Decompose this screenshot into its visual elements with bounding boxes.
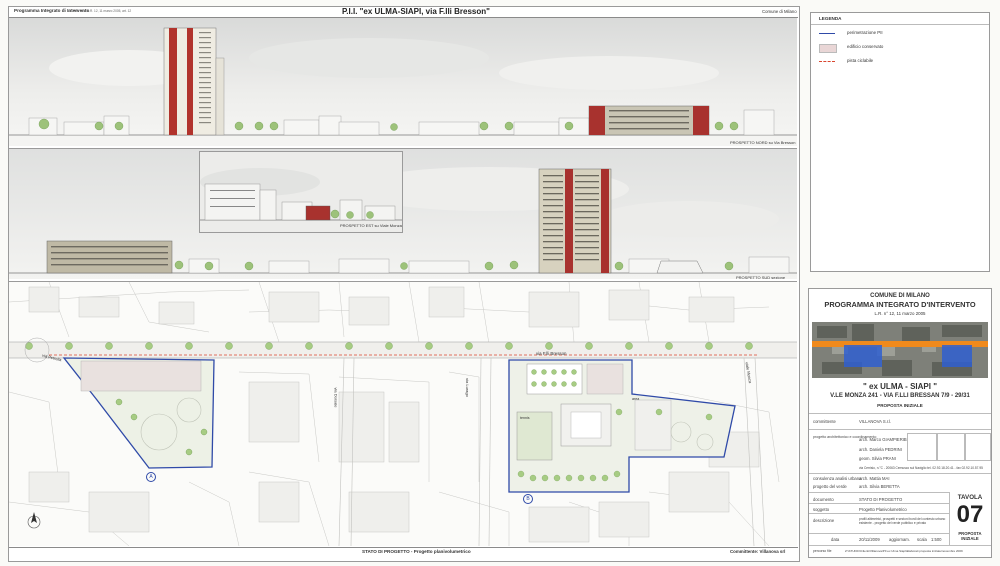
grid-line bbox=[809, 545, 991, 546]
documento-value: STATO DI PROGETTO bbox=[859, 497, 903, 502]
legend-item-label: pista ciclabile bbox=[847, 58, 874, 63]
header-center-title: P.I.I. "ex ULMA-SIAPI, via F.lli Bresson… bbox=[342, 7, 490, 16]
header-right-label: Comune di Milano bbox=[762, 9, 797, 14]
verde-label: progetto del verde bbox=[813, 484, 847, 489]
legend-item-label: edificio conservato bbox=[847, 44, 884, 49]
tavola-label: TAVOLA bbox=[957, 494, 983, 501]
marker-b: B bbox=[523, 494, 533, 504]
tavola-sub: PROPOSTA INIZIALE bbox=[958, 531, 982, 541]
label-area: area bbox=[632, 397, 640, 401]
data-value: 20/11/2009 bbox=[859, 537, 880, 542]
title-lr: L.R. n° 12, 11 marzo 2005 bbox=[874, 311, 926, 316]
legend-swatch-dashed-red bbox=[819, 61, 835, 62]
elevation-east-label: PROSPETTO EST su Viale Monza bbox=[340, 223, 402, 228]
street-label-bresson: via F.lli Bresson bbox=[536, 351, 567, 356]
elevation-south-drawing bbox=[9, 149, 797, 279]
grid-line bbox=[809, 492, 949, 493]
grid-line bbox=[809, 413, 991, 414]
legend-title: LEGENDA bbox=[819, 16, 842, 21]
signature-box bbox=[937, 433, 965, 461]
header-left-subtitle: ai sensi della L.R. 12, 11 marzo 2005, a… bbox=[68, 9, 132, 13]
documento-label: documento bbox=[813, 497, 834, 502]
building-south-left bbox=[46, 240, 173, 274]
committente-label: committente bbox=[813, 419, 836, 424]
descrizione-value: profili altimetrici, prospetti e sezioni… bbox=[859, 517, 946, 525]
aggiornamento-label: aggiornam. bbox=[889, 537, 910, 542]
studio-address: via Cerrisio, n.°C - 20063 Cernusco sul … bbox=[859, 466, 983, 470]
elevation-north-drawing bbox=[9, 18, 797, 146]
elevation-north-label: PROSPETTO NORD su Via Bresson bbox=[730, 140, 796, 145]
street-label-lurago: via Lurago bbox=[464, 378, 470, 397]
street-label-dorsale: via Dorsale bbox=[333, 387, 339, 408]
building-north-right bbox=[588, 105, 710, 136]
site-area-a bbox=[62, 357, 215, 469]
signature-box bbox=[965, 433, 991, 461]
percorso-label: percorso file bbox=[813, 549, 832, 553]
tavola-number: 07 bbox=[956, 501, 984, 528]
data-label: data bbox=[831, 537, 840, 542]
legend-swatch-line-blue bbox=[819, 33, 835, 35]
consulenza-value: arch. Mattia MAI bbox=[859, 476, 890, 481]
legend-panel: LEGENDA perimetrazione PII edificio cons… bbox=[810, 12, 990, 272]
committente-value: VILLANOVA S.r.l. bbox=[859, 419, 892, 424]
legend-rule bbox=[811, 24, 989, 25]
signature-box bbox=[907, 433, 937, 461]
grid-line bbox=[809, 533, 949, 534]
consulenza-label: consulenza analisi urbana bbox=[813, 476, 862, 481]
aerial-photo bbox=[812, 322, 988, 378]
legend-item-label: perimetrazione PII bbox=[847, 30, 883, 35]
elevation-south-panel bbox=[9, 149, 797, 279]
scala-value: 1:500 bbox=[931, 537, 942, 542]
elevation-south-label: PROSPETTO SUD sezione bbox=[736, 275, 786, 280]
tower-south bbox=[538, 168, 612, 274]
title-project: " ex ULMA - SIAPI " bbox=[863, 382, 937, 391]
marker-a: A bbox=[146, 472, 156, 482]
label-tennis: tennis bbox=[520, 416, 530, 420]
grid-line bbox=[809, 429, 991, 430]
north-arrow-icon bbox=[27, 512, 41, 529]
site-plan-drawing bbox=[9, 282, 797, 546]
elevation-east-inset bbox=[199, 151, 403, 233]
scala-label: scala bbox=[917, 537, 927, 542]
arch1: arch. Marco GIAMPIERIBINO bbox=[859, 437, 915, 442]
tower-north bbox=[163, 27, 225, 136]
grid-line bbox=[809, 513, 949, 514]
footer-center: STATO DI PROGETTO - Progetto planivolume… bbox=[362, 549, 471, 554]
soggetto-label: soggetto bbox=[813, 507, 830, 512]
arch2: arch. Daniela PEDRINI bbox=[859, 447, 902, 452]
title-comune: COMUNE DI MILANO bbox=[870, 293, 930, 299]
footer-right: Committente: Villanova srl bbox=[730, 549, 786, 554]
legend-swatch-fill-pink bbox=[819, 44, 837, 53]
percorso-value: Z:\STUDIO\Clienti\Villanova\PII ex Ulma … bbox=[845, 549, 963, 553]
footer-rule bbox=[9, 547, 798, 548]
title-block: COMUNE DI MILANO PROGRAMMA INTEGRATO D'I… bbox=[808, 288, 992, 558]
title-address: V.LE MONZA 241 - VIA F.LLI BRESSAN 7/9 -… bbox=[830, 393, 970, 399]
soggetto-value: Progetto Planivolumetrico bbox=[859, 507, 907, 512]
grid-line bbox=[809, 473, 991, 474]
title-proposta: PROPOSTA INIZIALE bbox=[877, 403, 923, 408]
site-plan-panel bbox=[9, 282, 797, 546]
elevation-north-panel bbox=[9, 18, 797, 146]
verde-value: arch. Silvia BERETTA bbox=[859, 484, 900, 489]
grid-line bbox=[809, 503, 949, 504]
descrizione-label: descrizione bbox=[813, 518, 835, 523]
geom: geom. Silvia PRANI bbox=[859, 456, 896, 461]
elevation-east-drawing bbox=[200, 152, 402, 232]
title-programma: PROGRAMMA INTEGRATO D'INTERVENTO bbox=[824, 300, 976, 309]
